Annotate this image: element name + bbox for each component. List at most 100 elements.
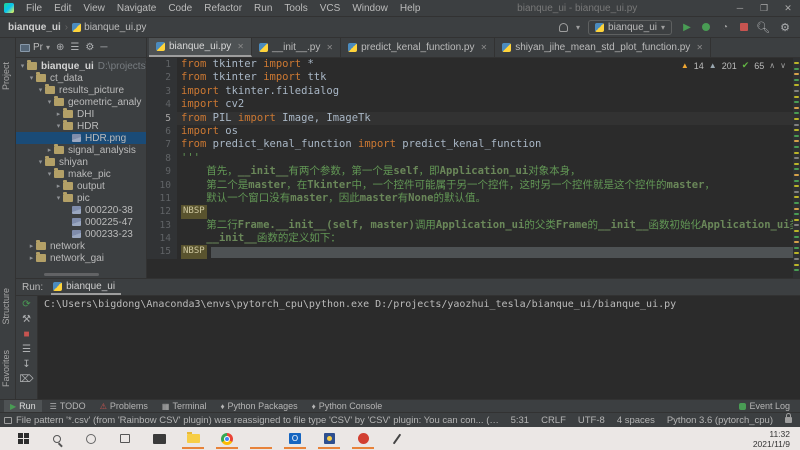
tree-item-bianque-ui[interactable]: ▾bianque_uiD:\projects\y (16, 60, 146, 72)
taskbar-explorer-button[interactable] (176, 427, 210, 450)
menu-refactor[interactable]: Refactor (198, 3, 248, 14)
chevron-expanded-icon[interactable]: ▾ (45, 98, 54, 106)
chevron-expanded-icon[interactable]: ▾ (45, 170, 54, 178)
taskbar-start-button[interactable] (6, 427, 40, 450)
tree-item-hdr[interactable]: ▾HDR (16, 120, 146, 132)
tree-item-000220-38[interactable]: 000220-38 (16, 204, 146, 216)
code-line-3[interactable]: 3import tkinter.filedialog (147, 85, 800, 98)
search-everywhere-icon[interactable]: 🔍︎ (756, 21, 770, 34)
tree-item-geometric-analy[interactable]: ▾geometric_analy (16, 96, 146, 108)
soft-wrap-icon[interactable]: ☰ (22, 345, 31, 355)
taskbar-red-app-button[interactable] (346, 427, 380, 450)
panel-settings-gear-icon[interactable]: ⚙ (85, 42, 94, 53)
code-line-8[interactable]: 8''' (147, 152, 800, 165)
caret-position[interactable]: 5:31 (511, 415, 530, 426)
menu-navigate[interactable]: Navigate (111, 3, 162, 14)
menu-vcs[interactable]: VCS (314, 3, 347, 14)
python-interpreter[interactable]: Python 3.6 (pytorch_cpu) (667, 415, 773, 426)
menu-view[interactable]: View (77, 3, 111, 14)
code-line-14[interactable]: 14 __init__函数的定义如下： (147, 232, 800, 245)
taskbar-outlook-button[interactable]: O (278, 427, 312, 450)
tree-item-network-gai[interactable]: ▸network_gai (16, 252, 146, 264)
taskbar-cortana-button[interactable] (74, 427, 108, 450)
tab-bianque-ui-py[interactable]: bianque_ui.py✕ (149, 38, 252, 57)
chevron-expanded-icon[interactable]: ▾ (27, 74, 36, 82)
wrench-icon[interactable]: ⚒ (22, 315, 31, 325)
menu-file[interactable]: File (20, 3, 48, 14)
taskbar-task-view-button[interactable] (108, 427, 142, 450)
code-line-4[interactable]: 4import cv2 (147, 98, 800, 111)
minimize-button[interactable]: ─ (728, 3, 752, 14)
hide-panel-icon[interactable]: ─ (100, 42, 107, 53)
settings-gear-icon[interactable]: ⚙ (778, 21, 792, 34)
code-line-13[interactable]: 13 第二行Frame.__init__(self, master)调用Appl… (147, 219, 800, 232)
taskbar-search-button[interactable] (40, 427, 74, 450)
chevron-expanded-icon[interactable]: ▾ (36, 158, 45, 166)
close-tab-icon[interactable]: ✕ (326, 43, 333, 52)
tree-item-hdr-png[interactable]: HDR.png (16, 132, 146, 144)
close-tab-icon[interactable]: ✕ (480, 43, 487, 52)
code-line-7[interactable]: 7from predict_kenal_function import pred… (147, 138, 800, 151)
lock-icon[interactable] (785, 417, 792, 423)
coverage-button[interactable]: ◔ (718, 22, 732, 33)
favorites-tool-window-button[interactable]: Favorites (1, 350, 11, 387)
chevron-expanded-icon[interactable]: ▾ (18, 62, 27, 70)
taskbar-chrome-button[interactable] (210, 427, 244, 450)
toolwindow-packages-button[interactable]: ♦Python Packages (214, 400, 303, 412)
menu-edit[interactable]: Edit (48, 3, 77, 14)
tree-item-ct-data[interactable]: ▾ct_data (16, 72, 146, 84)
prev-problem-chevron-icon[interactable]: ∧ (769, 61, 775, 70)
taskbar-clock[interactable]: 11:32 2021/11/9 (753, 429, 794, 449)
inspection-widget[interactable]: ▲ 14 ▲ 201 ✔ 65 ∧ ∨ (681, 60, 786, 71)
breadcrumb-file[interactable]: bianque_ui.py (70, 22, 148, 33)
tab-predict-kenal-function-py[interactable]: predict_kenal_function.py✕ (341, 38, 495, 57)
code-editor[interactable]: 1from tkinter import *2from tkinter impo… (147, 58, 800, 278)
structure-tool-window-button[interactable]: Structure (1, 288, 11, 325)
tree-item-signal-analysis[interactable]: ▸signal_analysis (16, 144, 146, 156)
chevron-expanded-icon[interactable]: ▾ (54, 122, 63, 130)
run-configuration-select[interactable]: bianque_ui ▾ (588, 20, 672, 35)
close-tab-icon[interactable]: ✕ (696, 43, 703, 52)
rerun-icon[interactable]: ⟳ (22, 300, 30, 310)
toolwindow-run-button[interactable]: ▶Run (4, 400, 42, 412)
toolwindow-problems-button[interactable]: ⚠Problems (94, 400, 154, 412)
chevron-collapsed-icon[interactable]: ▸ (27, 242, 36, 250)
notification-icon[interactable] (4, 417, 12, 424)
toolwindow-todo-button[interactable]: ☰TODO (44, 400, 92, 412)
line-separator[interactable]: CRLF (541, 415, 566, 426)
breadcrumb-project[interactable]: bianque_ui (6, 22, 63, 33)
code-line-2[interactable]: 2from tkinter import ttk (147, 71, 800, 84)
collapse-all-icon[interactable]: ☰ (70, 42, 79, 53)
chevron-collapsed-icon[interactable]: ▸ (27, 254, 36, 262)
menu-run[interactable]: Run (248, 3, 278, 14)
tree-item-000225-47[interactable]: 000225-47 (16, 216, 146, 228)
project-tool-window-button[interactable]: Project (1, 62, 11, 90)
scroll-to-end-icon[interactable]: ↧ (22, 360, 30, 370)
indent-style[interactable]: 4 spaces (617, 415, 655, 426)
toolwindow-terminal-button[interactable]: ▦Terminal (156, 400, 213, 412)
chevron-collapsed-icon[interactable]: ▸ (54, 110, 63, 118)
menu-tools[interactable]: Tools (278, 3, 313, 14)
tree-item-output[interactable]: ▸output (16, 180, 146, 192)
code-line-10[interactable]: 10 第二个是master，在Tkinter中，一个控件可能属于另一个控件，这时… (147, 179, 800, 192)
menu-code[interactable]: Code (162, 3, 198, 14)
run-button[interactable]: ▶ (680, 22, 694, 33)
tree-item-make-pic[interactable]: ▾make_pic (16, 168, 146, 180)
chevron-collapsed-icon[interactable]: ▸ (45, 146, 54, 154)
chevron-expanded-icon[interactable]: ▾ (54, 194, 63, 202)
code-line-9[interactable]: 9 首先，__init__有两个参数，第一个是self，即Application… (147, 165, 800, 178)
code-line-15[interactable]: 15NBSP (147, 245, 800, 258)
tree-item-dhi[interactable]: ▸DHI (16, 108, 146, 120)
error-stripe-scrollbar[interactable] (793, 58, 800, 278)
stop-icon[interactable]: ■ (23, 330, 29, 340)
chevron-expanded-icon[interactable]: ▾ (36, 86, 45, 94)
tree-item-pic[interactable]: ▾pic (16, 192, 146, 204)
event-log-button[interactable]: Event Log (739, 401, 800, 411)
debug-button[interactable] (702, 23, 710, 31)
file-encoding[interactable]: UTF-8 (578, 415, 605, 426)
user-icon[interactable] (559, 23, 568, 32)
tree-item-000233-23[interactable]: 000233-23 (16, 228, 146, 240)
project-view-select[interactable]: Pr ▾ (20, 42, 50, 53)
next-problem-chevron-icon[interactable]: ∨ (780, 61, 786, 70)
tree-item-network[interactable]: ▸network (16, 240, 146, 252)
